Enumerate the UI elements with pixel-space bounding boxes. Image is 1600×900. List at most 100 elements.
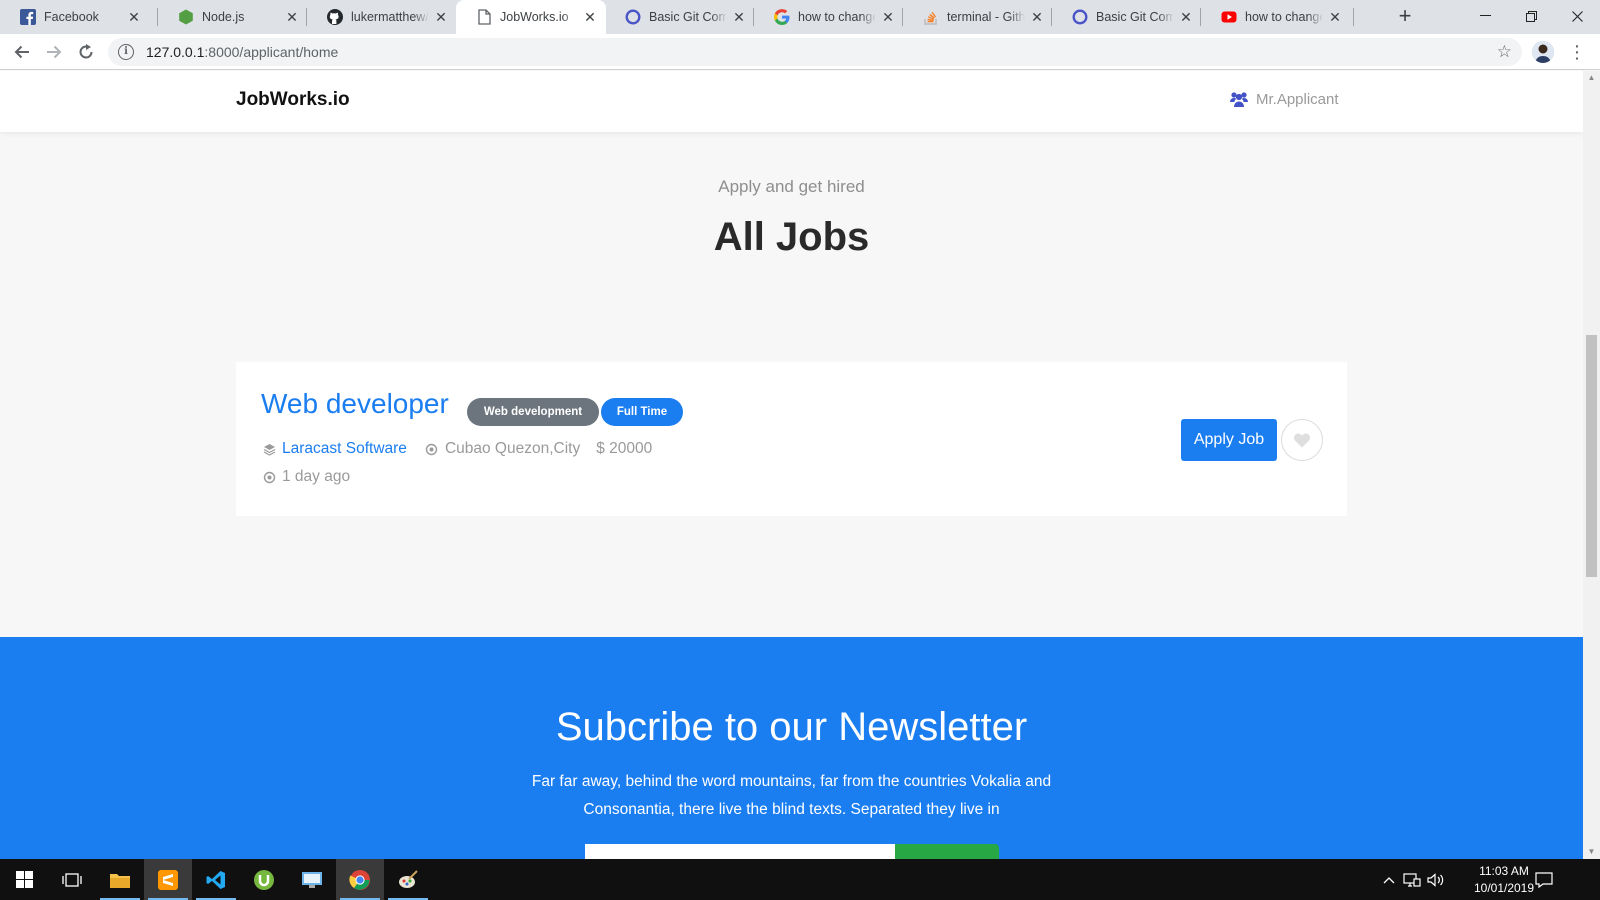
back-button[interactable] (8, 38, 36, 66)
browser-toolbar: i 127.0.0.1:8000/applicant/home ☆ (0, 34, 1600, 70)
apply-job-button[interactable]: Apply Job (1181, 419, 1277, 461)
close-tab-icon[interactable]: ✕ (880, 9, 896, 25)
scrollbar-thumb[interactable] (1586, 335, 1597, 577)
task-view-button[interactable] (48, 859, 96, 900)
task-view-icon (62, 872, 82, 887)
volume-icon[interactable] (1424, 859, 1448, 900)
windows-logo-icon (15, 871, 33, 888)
profile-avatar[interactable] (1532, 41, 1554, 63)
favorite-button[interactable] (1281, 419, 1323, 461)
github-icon (327, 9, 343, 25)
close-tab-icon[interactable]: ✕ (126, 9, 142, 25)
stackoverflow-icon (923, 9, 939, 25)
job-type-badge: Full Time (601, 398, 683, 426)
close-tab-icon[interactable]: ✕ (731, 9, 747, 25)
minimize-button[interactable] (1462, 0, 1508, 32)
tab-title: Node.js (202, 10, 245, 24)
tray-show-hidden-icon[interactable] (1378, 859, 1400, 900)
job-meta: Laracast Software Cubao Quezon,City $ 20… (262, 440, 652, 458)
circle-icon (1072, 9, 1088, 25)
network-icon[interactable] (1400, 859, 1424, 900)
tab-jobworks[interactable]: JobWorks.io ✕ (456, 0, 606, 34)
close-tab-icon[interactable]: ✕ (1029, 9, 1045, 25)
taskbar-file-explorer[interactable] (96, 859, 144, 900)
tab-stackoverflow[interactable]: terminal - Githu ✕ (903, 0, 1053, 34)
newsletter-text: Far far away, behind the word mountains,… (531, 773, 1052, 818)
facebook-icon (20, 9, 36, 25)
scroll-down-arrow-icon[interactable]: ▼ (1583, 845, 1600, 859)
restore-button[interactable] (1508, 0, 1554, 32)
taskbar-chrome[interactable] (336, 859, 384, 900)
tab-title: Facebook (44, 10, 99, 24)
company-link[interactable]: Laracast Software (282, 440, 407, 458)
reload-button[interactable] (72, 38, 100, 66)
site-info-icon[interactable]: i (118, 44, 134, 60)
close-tab-icon[interactable]: ✕ (1327, 9, 1343, 25)
tab-youtube[interactable]: how to change n ✕ (1201, 0, 1351, 34)
new-tab-button[interactable]: + (1388, 0, 1422, 34)
start-button[interactable] (0, 859, 48, 900)
job-title[interactable]: Web developer (261, 388, 449, 420)
job-posted-time: 1 day ago (282, 468, 351, 485)
site-navbar: JobWorks.io Mr.Applicant (0, 71, 1583, 132)
tab-github[interactable]: lukermatthew/Jo ✕ (307, 0, 457, 34)
page-subtitle: Apply and get hired (718, 177, 865, 196)
close-tab-icon[interactable]: ✕ (284, 9, 300, 25)
taskbar-sublime-text[interactable] (144, 859, 192, 900)
tab-title: Basic Git Comma (649, 10, 727, 24)
page-icon (476, 9, 492, 25)
close-tab-icon[interactable]: ✕ (1178, 9, 1194, 25)
close-window-button[interactable] (1554, 0, 1600, 32)
taskbar-paint-app[interactable] (384, 859, 432, 900)
tab-basic-git-2[interactable]: Basic Git Comma ✕ (1052, 0, 1202, 34)
tab-title: terminal - Githu (947, 10, 1025, 24)
job-salary: $ 20000 (596, 440, 653, 457)
tab-basic-git-1[interactable]: Basic Git Comma ✕ (605, 0, 755, 34)
nodejs-icon (178, 9, 194, 25)
vscode-icon (206, 870, 225, 889)
tab-nodejs[interactable]: Node.js ✕ (158, 0, 308, 34)
layers-icon (262, 442, 276, 456)
tab-facebook[interactable]: Facebook ✕ (0, 0, 150, 34)
url-text: 127.0.0.1:8000/applicant/home (146, 44, 339, 60)
youtube-icon (1221, 9, 1237, 25)
action-center-icon[interactable] (1522, 859, 1566, 900)
page-title: All Jobs (713, 215, 870, 259)
tab-title: JobWorks.io (500, 10, 569, 24)
utorrent-icon (254, 869, 274, 890)
clock-icon (262, 470, 276, 484)
google-icon (774, 9, 790, 25)
tab-title: how to change n (1245, 10, 1323, 24)
chrome-icon (349, 869, 370, 890)
heart-icon (1293, 433, 1311, 448)
back-arrow-icon (14, 45, 29, 59)
forward-button[interactable] (40, 38, 68, 66)
tab-google[interactable]: how to change t ✕ (754, 0, 904, 34)
close-tab-icon[interactable]: ✕ (582, 9, 598, 25)
taskbar-utorrent[interactable] (240, 859, 288, 900)
windows-taskbar: 11:03 AM 10/01/2019 (0, 859, 1600, 900)
sublime-text-icon (158, 869, 178, 890)
user-name: Mr.Applicant (1256, 90, 1339, 108)
category-badge: Web development (467, 398, 599, 426)
tab-title: Basic Git Comma (1096, 10, 1174, 24)
circle-icon (625, 9, 641, 25)
close-tab-icon[interactable]: ✕ (433, 9, 449, 25)
taskbar-vscode[interactable] (192, 859, 240, 900)
folder-icon (110, 873, 130, 888)
newsletter-title: Subcribe to our Newsletter (555, 705, 1028, 749)
newsletter-email-input[interactable] (585, 844, 895, 859)
user-menu[interactable]: Mr.Applicant (1229, 90, 1339, 108)
address-bar[interactable]: i 127.0.0.1:8000/applicant/home ☆ (108, 38, 1522, 66)
brand-logo[interactable]: JobWorks.io (236, 89, 350, 111)
tab-title: lukermatthew/Jo (351, 10, 429, 24)
taskbar-remote-app[interactable] (288, 859, 336, 900)
paint-icon (399, 869, 418, 888)
scroll-up-arrow-icon[interactable]: ▲ (1583, 71, 1600, 85)
location-pin-icon (425, 442, 439, 456)
monitor-icon (302, 871, 322, 888)
bookmark-star-icon[interactable]: ☆ (1497, 42, 1512, 62)
newsletter-subscribe-button[interactable] (895, 844, 999, 859)
browser-menu-icon[interactable]: ⋮ (1568, 40, 1586, 64)
page-scrollbar[interactable]: ▲ ▼ (1583, 71, 1600, 859)
